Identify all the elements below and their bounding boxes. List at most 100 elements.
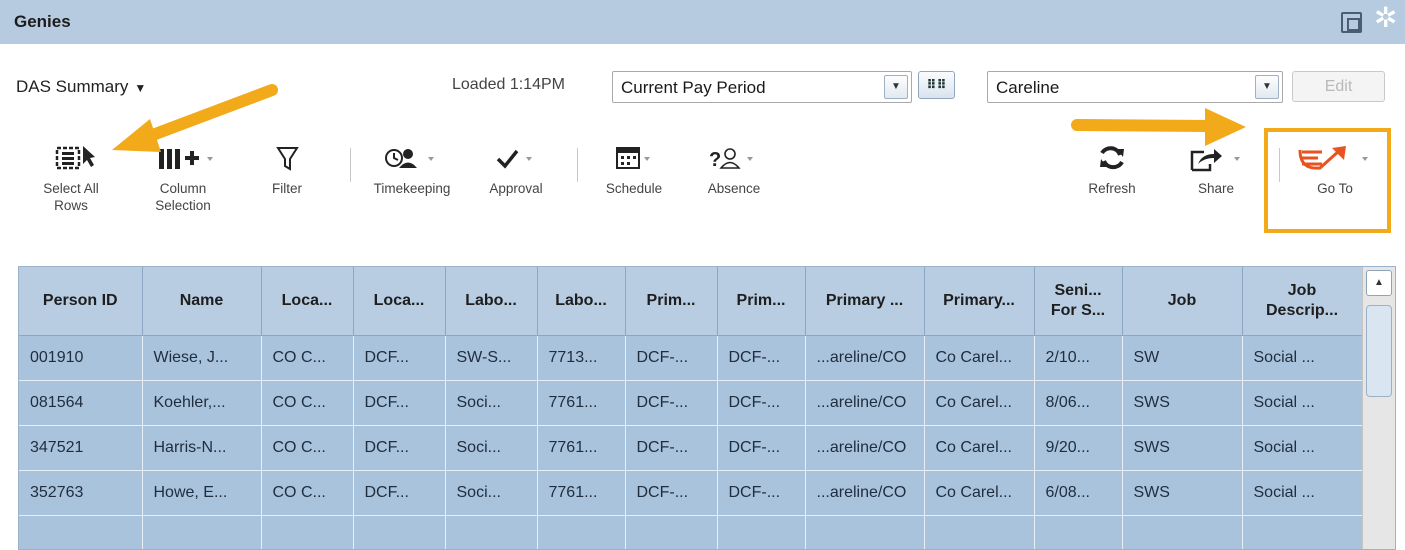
table-cell	[805, 515, 925, 549]
goto-button[interactable]: Go To	[1290, 140, 1380, 197]
toolbar-divider	[350, 148, 351, 182]
table-cell: ...areline/CO	[805, 335, 925, 381]
title-bar: Genies ✲	[0, 0, 1405, 44]
table-cell: 081564	[19, 380, 143, 426]
table-row[interactable]	[19, 515, 1363, 549]
column-header[interactable]: Name	[142, 267, 262, 336]
chevron-down-icon[interactable]: ▼	[884, 75, 908, 99]
goto-icon	[1290, 140, 1380, 180]
pay-period-dropdown[interactable]: Current Pay Period ▼	[612, 71, 912, 103]
table-cell: ...areline/CO	[805, 425, 925, 471]
column-header[interactable]: Prim...	[717, 267, 806, 336]
refresh-button[interactable]: Refresh	[1072, 140, 1152, 197]
table-cell	[717, 515, 806, 549]
column-header[interactable]: Job Descrip...	[1242, 267, 1363, 336]
approval-button[interactable]: Approval	[478, 140, 554, 197]
table-cell: DCF...	[353, 425, 446, 471]
select-all-rows-button[interactable]: Select All Rows	[26, 140, 116, 214]
table-cell	[261, 515, 354, 549]
table-row[interactable]: 001910 Wiese, J... CO C... DCF... SW-S... 771…	[19, 335, 1363, 381]
table-cell: Soci...	[445, 380, 538, 426]
table-cell: 9/20...	[1034, 425, 1123, 471]
calendar-grid-button[interactable]: ⠿⠿	[918, 71, 955, 99]
timekeeping-button[interactable]: Timekeeping	[360, 140, 464, 197]
table-cell: DCF-...	[625, 380, 718, 426]
table-cell: Co Carel...	[924, 380, 1035, 426]
toolbar-label: Schedule	[605, 181, 663, 196]
toolbar-label: Column	[159, 181, 207, 196]
table-cell	[1122, 515, 1243, 549]
table-cell: DCF-...	[625, 335, 718, 381]
column-header-label: Descrip...	[1265, 301, 1339, 319]
share-button[interactable]: Share	[1176, 140, 1256, 197]
column-header-label: Prim...	[736, 291, 786, 309]
column-header[interactable]: Prim...	[625, 267, 718, 336]
column-header[interactable]: Seni... For S...	[1034, 267, 1123, 336]
table-cell: CO C...	[261, 380, 354, 426]
column-header[interactable]: Loca...	[353, 267, 446, 336]
timekeeping-icon	[360, 140, 464, 180]
filter-button[interactable]: Filter	[262, 140, 312, 197]
table-cell	[445, 515, 538, 549]
column-header[interactable]: Primary...	[924, 267, 1035, 336]
table-cell	[19, 515, 143, 549]
table-cell: Social ...	[1242, 425, 1363, 471]
column-selection-button[interactable]: Column Selection	[138, 140, 228, 214]
column-add-icon	[138, 140, 228, 180]
table-body: 001910 Wiese, J... CO C... DCF... SW-S... 771…	[19, 335, 1363, 549]
table-cell	[924, 515, 1035, 549]
chevron-down-icon[interactable]: ▼	[1255, 75, 1279, 99]
vertical-scrollbar[interactable]: ▲	[1362, 267, 1395, 549]
table-row[interactable]: 352763 Howe, E... CO C... DCF... Soci... 7761…	[19, 470, 1363, 516]
toolbar-label: Share	[1197, 181, 1235, 196]
refresh-icon	[1072, 140, 1152, 180]
column-header[interactable]: Labo...	[445, 267, 538, 336]
scrollbar-thumb[interactable]	[1366, 305, 1392, 397]
view-name: DAS Summary	[16, 77, 129, 96]
table-cell: DCF-...	[717, 380, 806, 426]
filter-icon	[262, 140, 312, 180]
table-cell: DCF...	[353, 380, 446, 426]
edit-button[interactable]: Edit	[1292, 71, 1385, 102]
table-cell: DCF-...	[717, 335, 806, 381]
calendar-icon	[590, 140, 678, 180]
table-cell: 352763	[19, 470, 143, 516]
table-cell: DCF-...	[717, 470, 806, 516]
table-header-row: Person ID Name Loca... Loca... Labo... Labo..…	[19, 267, 1363, 336]
toolbar-label: Absence	[707, 181, 761, 196]
absence-icon: ?	[694, 140, 774, 180]
table-cell: DCF...	[353, 335, 446, 381]
absence-button[interactable]: ? Absence	[694, 140, 774, 197]
table-cell: Soci...	[445, 470, 538, 516]
table-cell: Social ...	[1242, 335, 1363, 381]
location-dropdown[interactable]: Careline ▼	[987, 71, 1283, 103]
table-cell	[1242, 515, 1363, 549]
column-header-label: For S...	[1050, 301, 1106, 319]
column-header-label: Labo...	[555, 291, 607, 309]
toolbar-label: Select All	[43, 181, 99, 196]
column-header[interactable]: Primary ...	[805, 267, 925, 336]
gear-icon[interactable]: ✲	[1374, 4, 1397, 32]
data-table: Person ID Name Loca... Loca... Labo... Labo..…	[19, 267, 1363, 549]
column-header[interactable]: Labo...	[537, 267, 626, 336]
column-header[interactable]: Job	[1122, 267, 1243, 336]
table-cell: Koehler,...	[142, 380, 262, 426]
table-cell: Wiese, J...	[142, 335, 262, 381]
column-header[interactable]: Loca...	[261, 267, 354, 336]
caret-down-icon: ▼	[134, 81, 147, 95]
table-cell: Co Carel...	[924, 335, 1035, 381]
table-row[interactable]: 347521 Harris-N... CO C... DCF... Soci... 776…	[19, 425, 1363, 471]
column-header-label: Loca...	[373, 291, 425, 309]
column-header-label: Seni...	[1054, 281, 1102, 299]
toolbar-label: Filter	[272, 181, 302, 196]
column-header[interactable]: Person ID	[19, 267, 143, 336]
schedule-button[interactable]: Schedule	[590, 140, 678, 197]
window-restore-icon[interactable]	[1341, 12, 1362, 33]
table-cell: SWS	[1122, 380, 1243, 426]
scroll-up-icon[interactable]: ▲	[1366, 270, 1392, 296]
table-row[interactable]: 081564 Koehler,... CO C... DCF... Soci... 776…	[19, 380, 1363, 426]
table-cell: 2/10...	[1034, 335, 1123, 381]
location-value: Careline	[996, 78, 1060, 97]
view-selector[interactable]: DAS Summary ▼	[16, 77, 146, 97]
table-cell: DCF-...	[625, 470, 718, 516]
